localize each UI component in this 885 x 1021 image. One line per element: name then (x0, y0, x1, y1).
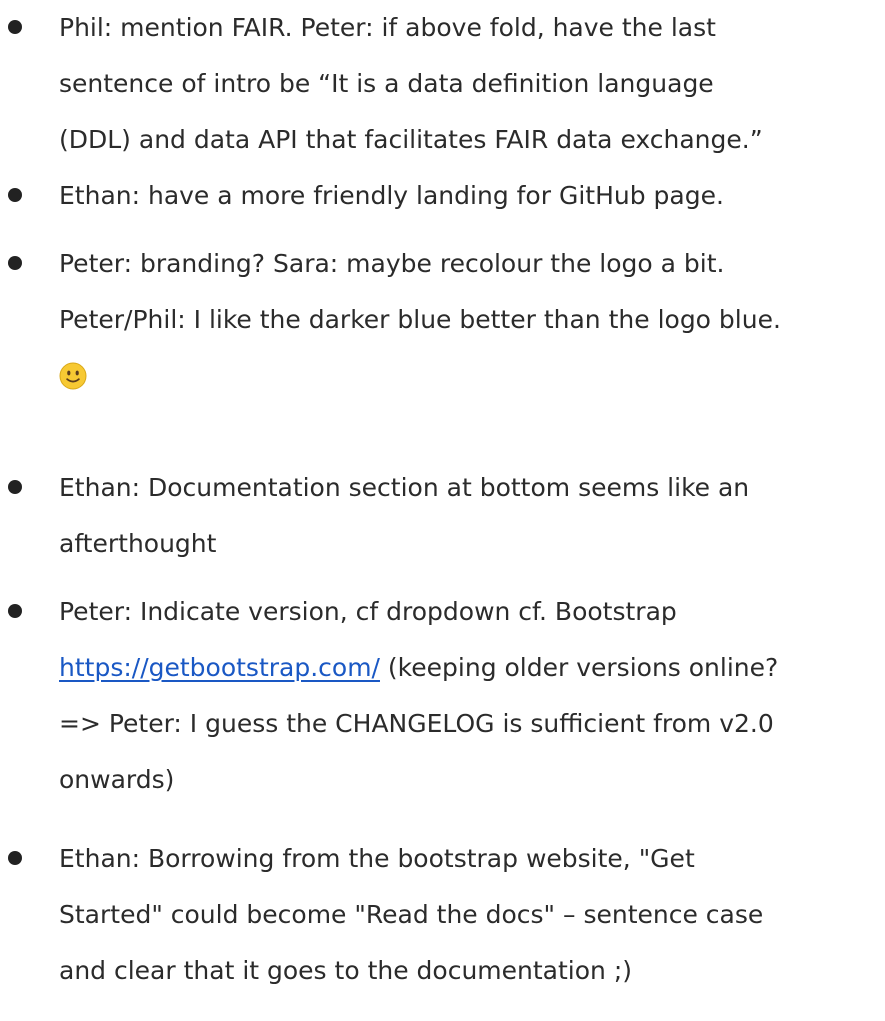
bullet-icon (8, 188, 22, 202)
note-line: Ethan: Borrowing from the bootstrap webs… (59, 844, 695, 873)
note-line: => Peter: I guess the CHANGELOG is suffi… (59, 709, 774, 738)
note-line: onwards) (59, 765, 175, 794)
bullet-icon (8, 851, 22, 865)
list-item: Ethan: have a more friendly landing for … (0, 168, 885, 224)
slightly-smiling-face-icon (59, 362, 87, 390)
list-item: Peter: Indicate version, cf dropdown cf.… (0, 584, 885, 808)
note-line-emoji (59, 348, 885, 404)
note-line: Started" could become "Read the docs" – … (59, 900, 764, 929)
note-line: Phil: mention FAIR. Peter: if above fold… (59, 13, 716, 42)
bootstrap-link[interactable]: https://getbootstrap.com/ (59, 653, 380, 682)
note-line: afterthought (59, 529, 217, 558)
bullet-icon (8, 604, 22, 618)
list-item: Ethan: Documentation section at bottom s… (0, 460, 885, 572)
bullet-icon (8, 480, 22, 494)
list-item: Ethan: Borrowing from the bootstrap webs… (0, 831, 885, 999)
list-item: Phil: mention FAIR. Peter: if above fold… (0, 0, 885, 168)
bullet-icon (8, 20, 22, 34)
note-line: Peter: Indicate version, cf dropdown cf.… (59, 597, 677, 626)
note-line: Peter/Phil: I like the darker blue bette… (59, 305, 781, 334)
bullet-icon (8, 256, 22, 270)
note-line: https://getbootstrap.com/ (keeping older… (59, 640, 885, 696)
note-line: Peter: branding? Sara: maybe recolour th… (59, 249, 725, 278)
note-line: (DDL) and data API that facilitates FAIR… (59, 125, 763, 154)
note-line: sentence of intro be “It is a data defin… (59, 69, 714, 98)
note-line: and clear that it goes to the documentat… (59, 956, 633, 985)
note-line-text: (keeping older versions online? (379, 653, 779, 682)
note-line: Ethan: have a more friendly landing for … (59, 181, 724, 210)
note-line: Ethan: Documentation section at bottom s… (59, 473, 750, 502)
list-item: Peter: branding? Sara: maybe recolour th… (0, 236, 885, 404)
